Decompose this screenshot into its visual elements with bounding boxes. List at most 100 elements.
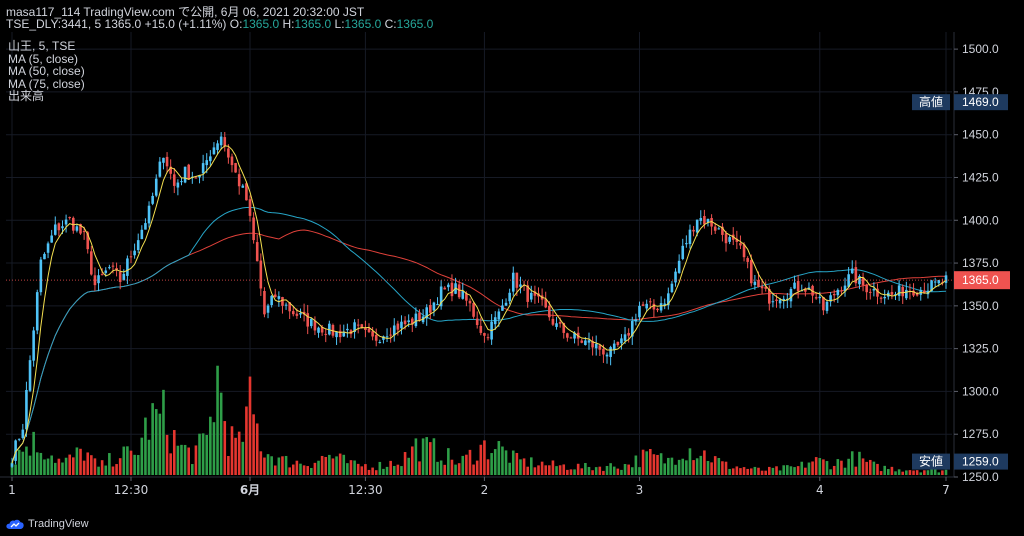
volume-bar <box>349 460 353 475</box>
candle-body <box>555 323 558 327</box>
volume-bar <box>46 458 50 475</box>
volume-bar <box>126 446 129 475</box>
volume-bar <box>277 457 281 475</box>
volume-bar <box>475 460 479 475</box>
tradingview-logo[interactable]: TradingView <box>6 518 89 530</box>
candle-body <box>187 164 191 180</box>
price-tick-label: 1500.0 <box>962 42 999 56</box>
volume-bar <box>540 461 544 475</box>
candle-body <box>479 325 483 333</box>
candle-body <box>414 313 418 327</box>
volume-bar <box>400 466 403 475</box>
volume-bar <box>742 467 746 475</box>
candle-body <box>277 296 281 299</box>
volume-bar <box>284 455 288 475</box>
volume-bar <box>129 450 133 475</box>
candle-body <box>760 286 764 289</box>
volume-bar <box>800 461 804 475</box>
candle-body <box>400 321 403 329</box>
candle-body <box>558 322 562 324</box>
volume-bar <box>786 465 789 475</box>
volume-bar <box>529 457 533 475</box>
volume-bar <box>483 440 486 475</box>
volume-bar <box>501 446 504 475</box>
candle-body <box>32 330 35 361</box>
volume-bar <box>623 464 627 475</box>
candle-body <box>39 259 43 293</box>
candle-body <box>432 302 436 311</box>
candle-body <box>158 161 162 177</box>
volume-bar <box>854 466 858 475</box>
volume-bar <box>191 464 194 475</box>
price-chart[interactable]: 1500.01475.01450.01425.01400.01375.01350… <box>0 32 1024 510</box>
candle-body <box>25 389 28 430</box>
candle-body <box>850 268 854 274</box>
legend-symbol: 山王, 5, TSE <box>8 39 76 53</box>
candle-body <box>868 291 872 293</box>
candle-body <box>504 302 508 306</box>
candle-body <box>609 347 612 357</box>
volume-bar <box>868 459 872 475</box>
candle-body <box>436 304 439 306</box>
volume-bar <box>104 465 108 475</box>
volume-bar <box>872 461 876 475</box>
volume-bar <box>757 467 760 475</box>
volume-bar <box>587 466 591 475</box>
candle-body <box>641 304 645 306</box>
volume-bar <box>172 430 176 475</box>
volume-bar <box>879 471 883 475</box>
candle-body <box>273 294 277 297</box>
candle-body <box>695 219 699 233</box>
volume-bar <box>198 433 201 475</box>
candle-body <box>162 157 165 163</box>
candle-body <box>126 258 129 276</box>
volume-bar <box>364 464 367 475</box>
candle-body <box>771 301 775 303</box>
high-label: 高値 <box>919 94 943 109</box>
volume-bar <box>493 449 497 475</box>
volume-bar <box>771 467 775 475</box>
candle-body <box>648 301 652 303</box>
volume-bar <box>180 444 183 475</box>
volume-bar <box>721 461 724 475</box>
volume-bar <box>209 416 212 475</box>
candle-body <box>356 324 360 326</box>
volume-bar <box>789 466 793 475</box>
candle-body <box>407 320 410 323</box>
candle-body <box>634 319 638 322</box>
legend-ma50[interactable]: MA (50, close) <box>8 65 85 78</box>
candle-body <box>879 297 883 299</box>
candle-body <box>501 305 504 311</box>
volume-bar <box>537 465 540 475</box>
volume-bar <box>667 457 670 475</box>
candle-body <box>338 330 342 338</box>
volume-bar <box>356 463 360 475</box>
legend-volume[interactable]: 出来高 <box>8 90 85 103</box>
candle-body <box>443 287 447 290</box>
volume-bar <box>50 455 53 475</box>
high-value: 1365.0 <box>294 17 332 31</box>
candle-body <box>248 199 252 216</box>
tradingview-brand: TradingView <box>28 518 89 530</box>
candle-body <box>241 185 245 188</box>
volume-bar <box>782 465 786 475</box>
candle-body <box>35 292 39 331</box>
candle-body <box>778 299 782 304</box>
last-price-value: 1365.0 <box>962 273 999 287</box>
candle-body <box>713 226 717 231</box>
candle-body <box>548 305 551 318</box>
volume-bar <box>630 467 634 475</box>
volume-bar <box>205 434 209 475</box>
chart-legend: 山王, 5, TSE MA (5, close) MA (50, close) … <box>8 40 85 103</box>
candle-body <box>378 341 382 343</box>
candle-body <box>840 290 843 292</box>
candle-body <box>789 289 793 302</box>
volume-bar <box>418 461 421 475</box>
volume-bar <box>573 469 576 475</box>
candle-body <box>447 284 450 288</box>
volume-bar <box>165 434 169 475</box>
candle-body <box>194 177 198 179</box>
volume-bar <box>508 462 511 475</box>
candle-body <box>717 228 721 230</box>
time-tick-label: 1 <box>8 483 16 497</box>
